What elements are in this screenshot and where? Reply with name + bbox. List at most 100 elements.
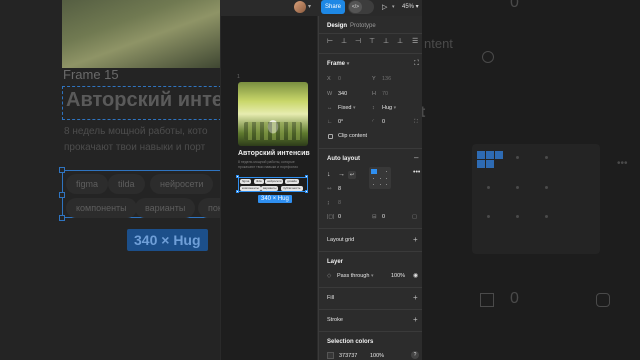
more-icon[interactable]: •••	[413, 169, 420, 176]
layer-title: Layer	[327, 259, 344, 265]
tab-prototype[interactable]: Prototype	[350, 23, 376, 29]
eye-icon[interactable]: ◉	[413, 272, 418, 279]
frame-tag: компоненты	[240, 186, 261, 191]
padding-individual-icon[interactable]: ▢	[412, 214, 417, 220]
color-hex[interactable]: 373737	[339, 353, 357, 359]
bg-grid-dot	[545, 156, 548, 159]
width-mode-select[interactable]: Fixed ▾	[338, 105, 356, 111]
bg-tag: компоненты	[66, 198, 137, 218]
corner-radius-icon: ◜	[372, 119, 375, 125]
corner-radius-input[interactable]: 0	[382, 119, 385, 125]
color-swatch[interactable]	[327, 352, 334, 359]
bg-grid-cell	[495, 151, 503, 159]
bg-corner-icon	[480, 293, 494, 307]
grid-dot	[386, 171, 387, 172]
align-bottom-icon[interactable]: ⊥	[397, 37, 403, 45]
bg-tag: варианты	[135, 198, 196, 218]
design-panel: Design Prototype ⊢ ⊥ ⊣ ⊤ ⊥ ⊥ ☰ Frame ▾ ⛶…	[318, 16, 422, 360]
wrap-icon[interactable]: ↩	[348, 171, 356, 179]
bg-grid-dot	[487, 215, 490, 218]
x-input[interactable]: 0	[338, 76, 341, 82]
align-right-icon[interactable]: ⊣	[355, 37, 361, 45]
add-stroke-icon[interactable]: +	[413, 315, 418, 324]
help-icon[interactable]: ?	[411, 351, 419, 359]
frame-tag: публичность	[281, 186, 303, 191]
independent-corners-icon[interactable]: ⛶	[414, 119, 418, 126]
divider	[319, 287, 422, 288]
chevron-down-icon[interactable]: ▾	[308, 3, 311, 10]
grid-dot	[373, 178, 374, 179]
divider	[319, 53, 422, 54]
bg-grid-dot	[516, 215, 519, 218]
user-avatar[interactable]	[294, 1, 306, 13]
w-input[interactable]: 340	[338, 91, 347, 97]
resize-handle[interactable]	[305, 190, 308, 193]
bg-description: 8 недель мощной работы, кото прокачают т…	[64, 124, 208, 156]
padding-v-icon: ⊟	[372, 214, 377, 220]
h-label: H	[372, 91, 376, 97]
divider	[319, 331, 422, 332]
bg-grid-cell	[477, 160, 485, 168]
bg-resize-handle	[59, 215, 65, 221]
blend-mode-icon: ◇	[327, 273, 332, 279]
width-mode-icon: ↔	[327, 105, 333, 111]
rotation-icon: ∟	[327, 119, 333, 125]
direction-right-icon[interactable]: →	[338, 171, 345, 178]
align-top-icon[interactable]: ⊤	[369, 37, 375, 45]
frame-tag: figma	[240, 179, 252, 184]
gap-h-icon: ⇿	[327, 186, 332, 192]
h-input[interactable]: 70	[382, 91, 388, 97]
resize-handle[interactable]	[236, 190, 239, 193]
clip-content-checkbox[interactable]	[328, 134, 333, 139]
color-opacity[interactable]: 100%	[370, 353, 384, 359]
bg-right-more-icon: •••	[617, 158, 628, 169]
gap-v-input[interactable]: 8	[338, 200, 341, 206]
distribute-icon[interactable]: ☰	[412, 37, 418, 45]
frame-title[interactable]: Авторский интенсив	[238, 150, 310, 157]
remove-auto-layout-icon[interactable]: –	[414, 153, 418, 162]
frame-section-title[interactable]: Frame ▾	[327, 61, 349, 67]
align-center-h-icon[interactable]: ⊥	[341, 37, 347, 45]
gap-input[interactable]: 8	[338, 186, 341, 192]
y-label: Y	[372, 76, 376, 82]
x-label: X	[327, 76, 331, 82]
zoom-value: 45%	[402, 4, 415, 10]
tab-design[interactable]: Design	[327, 23, 347, 29]
bg-grid-dot	[545, 215, 548, 218]
direction-down-icon[interactable]: ↓	[327, 171, 331, 178]
layer-opacity[interactable]: 100%	[391, 273, 405, 279]
padding-v-input[interactable]: 0	[382, 214, 385, 220]
resize-handle[interactable]	[305, 175, 308, 178]
frame-image-detail	[244, 122, 302, 140]
frame-description[interactable]: 8 недель мощной работы, которые прокачаю…	[238, 160, 298, 170]
align-left-icon[interactable]: ⊢	[327, 37, 333, 45]
add-fill-icon[interactable]: +	[413, 293, 418, 302]
auto-layout-title: Auto layout	[327, 156, 360, 162]
chevron-down-icon[interactable]: ▾	[392, 4, 395, 10]
padding-h-input[interactable]: 0	[338, 214, 341, 220]
divider	[319, 309, 422, 310]
resize-handle[interactable]	[236, 175, 239, 178]
height-mode-icon: ↕	[372, 105, 375, 111]
divider	[319, 33, 422, 34]
align-middle-icon[interactable]: ⊥	[383, 37, 389, 45]
gap-v-icon: ↨	[327, 200, 330, 206]
resize-to-fit-icon[interactable]: ⛶	[414, 60, 419, 68]
background-photo	[62, 0, 220, 68]
zoom-level[interactable]: 45% ▾	[402, 3, 419, 10]
rotation-input[interactable]: 0°	[338, 119, 343, 125]
grid-dot	[380, 184, 381, 185]
bg-size-badge: 340 × Hug	[127, 229, 208, 251]
present-play-icon[interactable]: ▷	[382, 3, 387, 11]
height-mode-select[interactable]: Hug ▾	[382, 105, 396, 111]
stroke-title: Stroke	[327, 317, 343, 323]
y-input[interactable]: 136	[382, 76, 391, 82]
share-button[interactable]: Share	[321, 0, 345, 14]
frame-size-badge: 340 × Hug	[258, 195, 292, 203]
add-layout-grid-icon[interactable]: +	[413, 235, 418, 244]
blend-mode-select[interactable]: Pass through ▾	[337, 273, 373, 279]
code-icon[interactable]: </>	[349, 1, 362, 13]
bg-grid-cell	[486, 160, 494, 168]
frame-title-label: Frame	[327, 61, 346, 67]
grid-dot	[373, 184, 374, 185]
